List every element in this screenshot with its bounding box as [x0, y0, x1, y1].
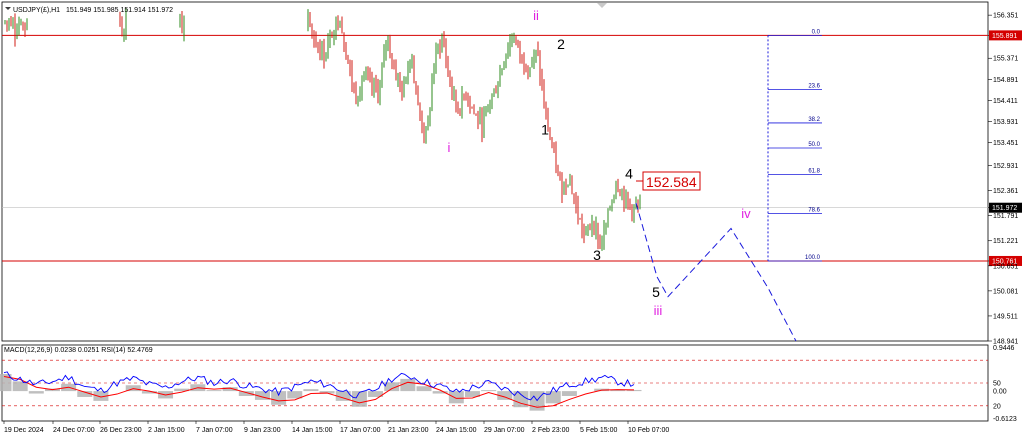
y-tick-label: 156.351: [993, 13, 1018, 20]
y-tick-label: 152.361: [993, 188, 1018, 195]
price-panel-frame: [1, 1, 989, 342]
macd-histogram-bar: [271, 391, 287, 405]
macd-histogram-bar: [545, 391, 561, 404]
x-tick-label: 14 Jan 15:00: [292, 427, 333, 434]
symbol-label: USDJPY(£),H1: [13, 7, 60, 14]
y-tick-label: 155.891: [992, 33, 1017, 40]
x-tick-label: 21 Jan 23:00: [388, 427, 429, 434]
x-tick-label: 26 Dec 23:00: [100, 427, 142, 434]
y-tick-label: 153.931: [993, 119, 1018, 126]
fib-level-label: 38.2: [808, 117, 820, 123]
x-tick-label: 5 Feb 15:00: [580, 427, 617, 434]
x-tick-label: 19 Dec 2024: [4, 427, 44, 434]
y-tick-label: 154.411: [993, 98, 1018, 105]
wave-label-1: 1: [541, 122, 549, 138]
y-tick-label: 155.371: [993, 56, 1018, 63]
indicator-y-tick-label: 0.00: [993, 389, 1007, 396]
macd-histogram-bar: [448, 391, 464, 404]
fib-level-label: 50.0: [808, 142, 820, 148]
fib-level-label: 100.0: [805, 255, 821, 261]
fib-level-label: 23.6: [808, 84, 820, 90]
macd-histogram-bar: [206, 390, 222, 392]
trading-chart: iii21435iiiiv0.023.638.250.061.878.6100.…: [0, 1, 1022, 434]
wave-label-3: 3: [593, 247, 601, 263]
indicator-y-tick-label: 50: [993, 381, 1001, 388]
x-tick-label: 2 Jan 15:00: [148, 427, 185, 434]
price-callout-label: 152.584: [646, 174, 697, 190]
wave-label-5: 5: [652, 284, 660, 300]
macd-histogram-bar: [28, 391, 44, 394]
fib-level-label: 0.0: [812, 29, 821, 35]
macd-histogram-bar: [481, 390, 497, 392]
wave-label-ii: ii: [533, 8, 539, 23]
y-tick-label: 151.221: [993, 238, 1018, 245]
indicator-y-tick-label: 0.9446: [993, 345, 1015, 352]
indicator-y-tick-label: 20: [993, 403, 1001, 410]
ohlc-readout: 151.949 151.985 151.914 151.972: [66, 7, 173, 14]
wave-label-2: 2: [557, 36, 565, 52]
x-tick-label: 10 Feb 07:00: [628, 427, 669, 434]
x-tick-label: 24 Jan 15:00: [436, 427, 477, 434]
x-tick-label: 7 Jan 07:00: [196, 427, 233, 434]
x-tick-label: 29 Jan 07:00: [484, 427, 525, 434]
y-tick-label: 151.972: [992, 205, 1017, 212]
macd-histogram-bar: [416, 386, 432, 392]
x-tick-label: 2 Feb 23:00: [532, 427, 569, 434]
x-tick-label: 17 Jan 07:00: [340, 427, 381, 434]
y-tick-label: 150.081: [993, 288, 1018, 295]
y-tick-label: 152.931: [993, 163, 1018, 170]
fib-level-label: 61.8: [808, 168, 820, 174]
x-tick-label: 24 Dec 07:00: [53, 427, 95, 434]
macd-histogram-bar: [400, 378, 416, 392]
y-tick-label: 154.891: [993, 77, 1018, 84]
y-tick-label: 150.651: [993, 263, 1018, 270]
macd-histogram-bar: [303, 389, 319, 392]
fib-level-label: 78.6: [808, 208, 820, 214]
y-tick-label: 153.451: [993, 140, 1018, 147]
y-tick-label: 149.511: [993, 313, 1018, 320]
wave-label-4: 4: [625, 166, 633, 182]
wave-label-iv: iv: [741, 206, 751, 221]
wave-label-i: i: [448, 140, 451, 155]
macd-histogram-bar: [351, 391, 367, 407]
macd-histogram-bar: [561, 391, 577, 396]
indicator-y-tick-label: -0.6123: [993, 416, 1017, 423]
x-tick-label: 9 Jan 23:00: [244, 427, 281, 434]
wave-label-iii: iii: [654, 303, 663, 318]
indicator-header: MACD(12,26,9) 0.0238 0.0251 RSI(14) 52.4…: [4, 347, 153, 354]
y-tick-label: 151.791: [993, 213, 1018, 220]
